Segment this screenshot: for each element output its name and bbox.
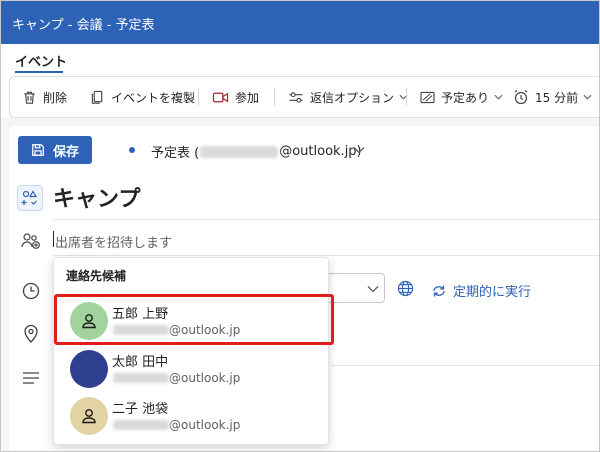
chevron-down-icon — [583, 94, 592, 100]
calendar-color-dot — [129, 147, 135, 153]
sliders-icon — [289, 91, 303, 103]
chevron-down-icon — [367, 286, 379, 293]
calendar-prefix: 予定表 ( — [151, 146, 200, 161]
contact-email: @outlook.jp — [112, 418, 240, 432]
busy-status-icon — [420, 91, 435, 103]
invite-placeholder: 出席者を招待します — [55, 236, 173, 251]
save-button[interactable]: 保存 — [18, 136, 92, 164]
response-options-label: 返信オプション — [310, 90, 395, 105]
tab-active-indicator — [15, 71, 63, 73]
reminder-label: 15 分前 — [535, 90, 579, 105]
trash-icon — [24, 91, 35, 104]
tab-strip: イベント — [1, 44, 599, 76]
avatar — [70, 397, 108, 435]
chevron-down-icon — [494, 94, 503, 100]
busy-status-label: 予定あり — [441, 90, 490, 105]
calendar-selector[interactable]: 予定表 ( @outlook.jp) — [151, 142, 362, 161]
avatar — [70, 350, 108, 388]
duplicate-label: イベントを複製 — [111, 90, 196, 105]
redacted-username — [113, 420, 169, 430]
divider — [53, 255, 599, 256]
response-options-button[interactable]: 返信オプション — [288, 77, 414, 117]
redacted-username — [113, 373, 169, 383]
delete-button[interactable]: 削除 — [22, 77, 67, 117]
app-window: キャンプ - 会議 - 予定表 イベント 削除 イベントを複製 参加 返信オプシ… — [0, 0, 600, 452]
join-label: 参加 — [235, 90, 260, 105]
toolbar-divider — [198, 88, 199, 106]
reminder-button[interactable]: 15 分前 — [513, 77, 598, 117]
event-title-input[interactable]: キャンプ — [53, 181, 140, 213]
repeat-icon — [433, 285, 445, 296]
copy-icon — [91, 90, 103, 104]
contact-suggestions-dropdown: 連絡先候補 五郎 上野 @outlook.jp 太郎 田中 @outlook.j… — [53, 257, 329, 445]
video-icon — [212, 92, 229, 102]
category-icon — [21, 190, 38, 205]
join-button[interactable]: 参加 — [212, 77, 259, 117]
delete-label: 削除 — [43, 90, 68, 105]
save-icon — [32, 144, 44, 156]
title-bar: キャンプ - 会議 - 予定表 — [1, 1, 599, 44]
person-icon — [82, 409, 96, 424]
contact-name: 二子 池袋 — [112, 402, 169, 417]
text-caret — [53, 231, 54, 247]
divider — [331, 365, 599, 366]
ribbon-toolbar: 削除 イベントを複製 参加 返信オプション 予定あり 15 分前 — [9, 76, 599, 118]
category-button[interactable] — [17, 185, 43, 211]
divider — [53, 219, 599, 220]
window-title: キャンプ - 会議 - 予定表 — [12, 18, 155, 33]
globe-icon[interactable] — [397, 280, 414, 297]
highlight-box — [54, 294, 334, 345]
recurrence-label: 定期的に実行 — [453, 285, 532, 300]
invite-attendees-input[interactable]: 出席者を招待します — [53, 223, 599, 255]
add-attendee-icon — [21, 233, 40, 249]
location-icon — [24, 324, 38, 343]
contact-email-domain: @outlook.jp — [169, 418, 241, 432]
description-icon — [23, 372, 39, 384]
contact-email-domain: @outlook.jp — [169, 371, 241, 385]
contact-suggestion[interactable]: 二子 池袋 @outlook.jp — [54, 393, 330, 439]
contact-suggestion[interactable]: 太郎 田中 @outlook.jp — [54, 346, 330, 392]
toolbar-divider — [406, 88, 407, 106]
tab-event[interactable]: イベント — [15, 51, 67, 70]
busy-status-button[interactable]: 予定あり — [420, 77, 509, 117]
suggestions-header: 連絡先候補 — [66, 269, 127, 283]
alarm-clock-icon — [514, 90, 528, 105]
toolbar-divider — [274, 88, 275, 106]
contact-name: 太郎 田中 — [112, 355, 169, 370]
calendar-suffix: @outlook.jp) — [279, 144, 362, 159]
redacted-username — [200, 145, 279, 158]
contact-email: @outlook.jp — [112, 371, 240, 385]
recurrence-button[interactable]: 定期的に実行 — [431, 281, 531, 300]
duplicate-event-button[interactable]: イベントを複製 — [90, 77, 195, 117]
chevron-down-icon[interactable] — [353, 146, 365, 154]
clock-icon — [22, 282, 40, 300]
save-label: 保存 — [52, 144, 79, 160]
